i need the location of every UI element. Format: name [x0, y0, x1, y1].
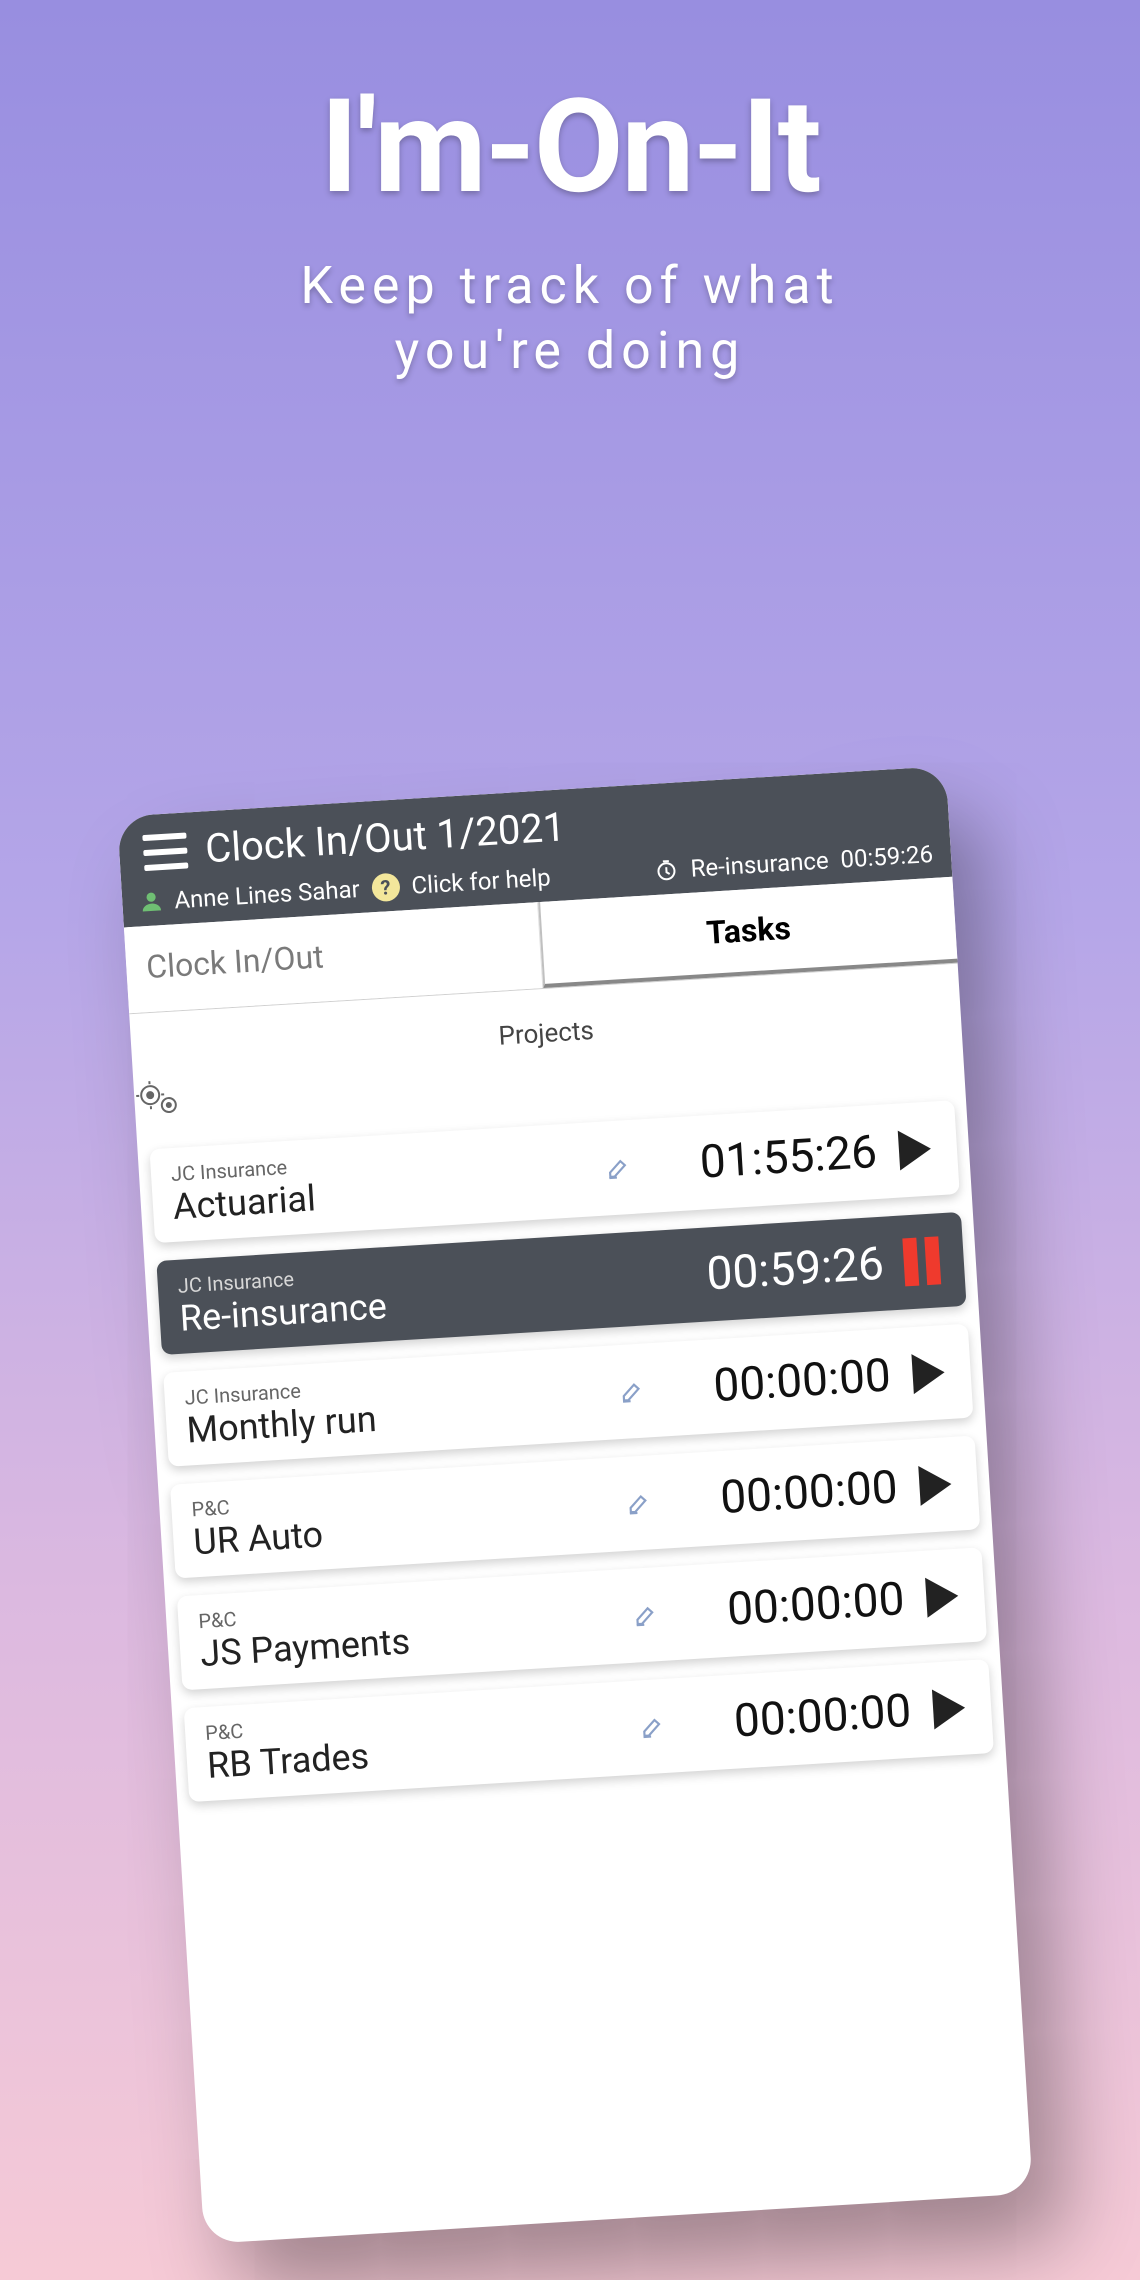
clock-icon: [654, 858, 679, 883]
help-label[interactable]: Click for help: [411, 863, 552, 899]
app-frame: Clock In/Out 1/2021 Anne Lines Sahar ? C…: [117, 766, 1033, 2244]
play-button[interactable]: [926, 1687, 972, 1730]
play-button[interactable]: [919, 1575, 965, 1618]
hero: I'm-On-It Keep track of what you're doin…: [0, 0, 1140, 383]
task-time: 00:00:00: [659, 1349, 892, 1417]
play-button[interactable]: [912, 1464, 958, 1507]
play-button[interactable]: [905, 1352, 951, 1395]
task-list: JC InsuranceActuarial01:55:26JC Insuranc…: [137, 1091, 1009, 1860]
task-meta: P&CUR Auto: [191, 1472, 612, 1563]
help-icon[interactable]: ?: [371, 873, 401, 903]
edit-icon[interactable]: [639, 1713, 667, 1741]
running-task-time: 00:59:26: [840, 840, 934, 874]
task-time: 00:00:00: [673, 1572, 906, 1640]
edit-icon[interactable]: [625, 1489, 653, 1517]
running-task-name: Re-insurance: [690, 846, 830, 882]
edit-icon[interactable]: [618, 1378, 646, 1406]
edit-icon[interactable]: [605, 1154, 633, 1182]
user-name: Anne Lines Sahar: [173, 875, 360, 914]
task-meta: JC InsuranceRe-insurance: [177, 1246, 640, 1340]
hero-subtitle: Keep track of what you're doing: [0, 253, 1140, 383]
menu-icon[interactable]: [142, 832, 188, 871]
task-time: 00:59:26: [653, 1237, 886, 1305]
task-time: 01:55:26: [646, 1125, 879, 1193]
play-button[interactable]: [892, 1128, 938, 1171]
hero-title: I'm-On-It: [0, 70, 1140, 223]
app-title: Clock In/Out 1/2021: [204, 803, 567, 872]
edit-icon[interactable]: [632, 1601, 660, 1629]
user-icon: [140, 890, 163, 913]
task-time: 00:00:00: [666, 1460, 899, 1528]
task-meta: JC InsuranceMonthly run: [184, 1360, 605, 1451]
task-meta: JC InsuranceActuarial: [170, 1137, 591, 1228]
task-time: 00:00:00: [680, 1684, 913, 1752]
task-meta: P&CJS Payments: [198, 1584, 619, 1675]
pause-button[interactable]: [898, 1236, 945, 1287]
task-meta: P&CRB Trades: [204, 1696, 625, 1787]
